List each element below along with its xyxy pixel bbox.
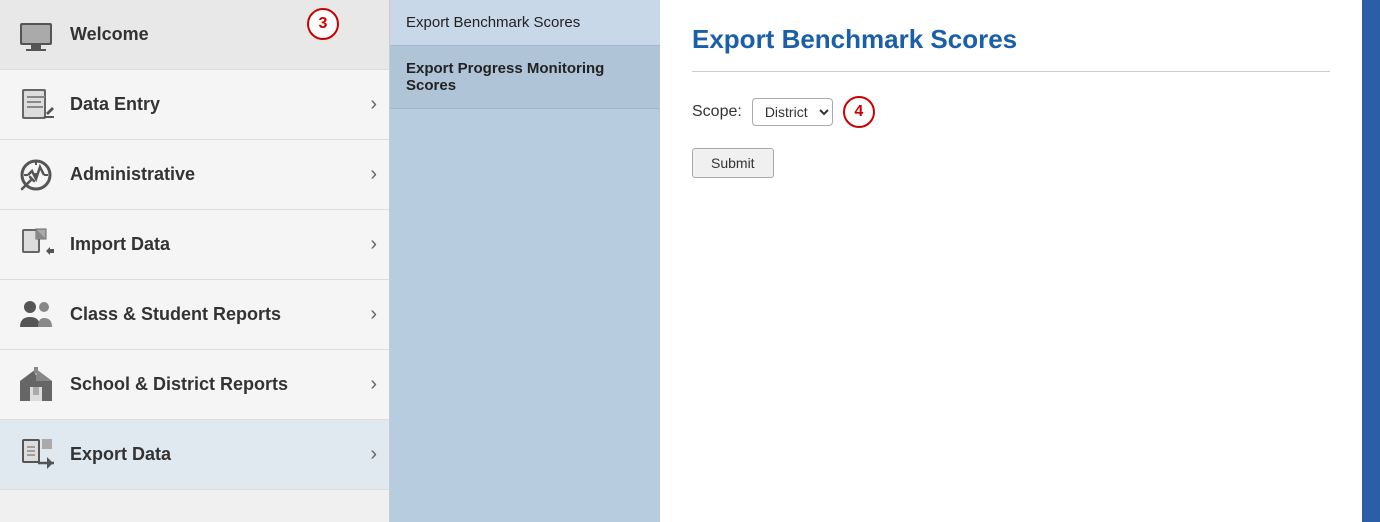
right-accent-bar: [1362, 0, 1380, 522]
submit-button[interactable]: Submit: [692, 148, 774, 178]
chevron-icon: ›: [370, 93, 377, 116]
chevron-icon: ›: [370, 163, 377, 186]
middle-panel: Export Benchmark Scores Export Progress …: [390, 0, 660, 522]
scope-select[interactable]: District School Class: [752, 98, 833, 126]
sidebar-class-student-label: Class & Student Reports: [70, 304, 370, 325]
class-student-icon: [12, 291, 60, 339]
page-title: Export Benchmark Scores: [692, 24, 1330, 55]
step-badge-3: 3: [307, 8, 339, 40]
data-entry-icon: [12, 81, 60, 129]
chevron-icon: ›: [370, 373, 377, 396]
school-district-icon: [12, 361, 60, 409]
export-benchmark-label: Export Benchmark Scores: [406, 14, 580, 31]
sidebar-item-welcome[interactable]: Welcome 3: [0, 0, 389, 70]
step-badge-4: 4: [843, 96, 875, 128]
welcome-icon: [12, 11, 60, 59]
chevron-icon: ›: [370, 233, 377, 256]
import-data-icon: [12, 221, 60, 269]
middle-export-progress[interactable]: Export Progress Monitoring Scores: [390, 46, 660, 109]
sidebar-item-school-district[interactable]: School & District Reports ›: [0, 350, 389, 420]
chevron-icon: ›: [370, 303, 377, 326]
sidebar: Welcome 3 Data Entry ›: [0, 0, 390, 522]
sidebar-item-import-data[interactable]: Import Data ›: [0, 210, 389, 280]
sidebar-item-class-student[interactable]: Class & Student Reports ›: [0, 280, 389, 350]
title-divider: [692, 71, 1330, 72]
sidebar-item-administrative[interactable]: Administrative ›: [0, 140, 389, 210]
sidebar-school-district-label: School & District Reports: [70, 374, 370, 395]
export-progress-label: Export Progress Monitoring Scores: [406, 60, 604, 94]
sidebar-item-data-entry[interactable]: Data Entry ›: [0, 70, 389, 140]
middle-export-benchmark[interactable]: Export Benchmark Scores: [390, 0, 660, 46]
chevron-icon: ›: [370, 443, 377, 466]
sidebar-export-data-label: Export Data: [70, 444, 370, 465]
export-data-icon: [12, 431, 60, 479]
sidebar-import-label: Import Data: [70, 234, 370, 255]
sidebar-item-export-data[interactable]: Export Data ›: [0, 420, 389, 490]
administrative-icon: [12, 151, 60, 199]
scope-row: Scope: District School Class 4: [692, 96, 1330, 128]
sidebar-admin-label: Administrative: [70, 164, 370, 185]
scope-label: Scope:: [692, 103, 742, 121]
main-content: Export Benchmark Scores Scope: District …: [660, 0, 1362, 522]
sidebar-data-entry-label: Data Entry: [70, 94, 370, 115]
